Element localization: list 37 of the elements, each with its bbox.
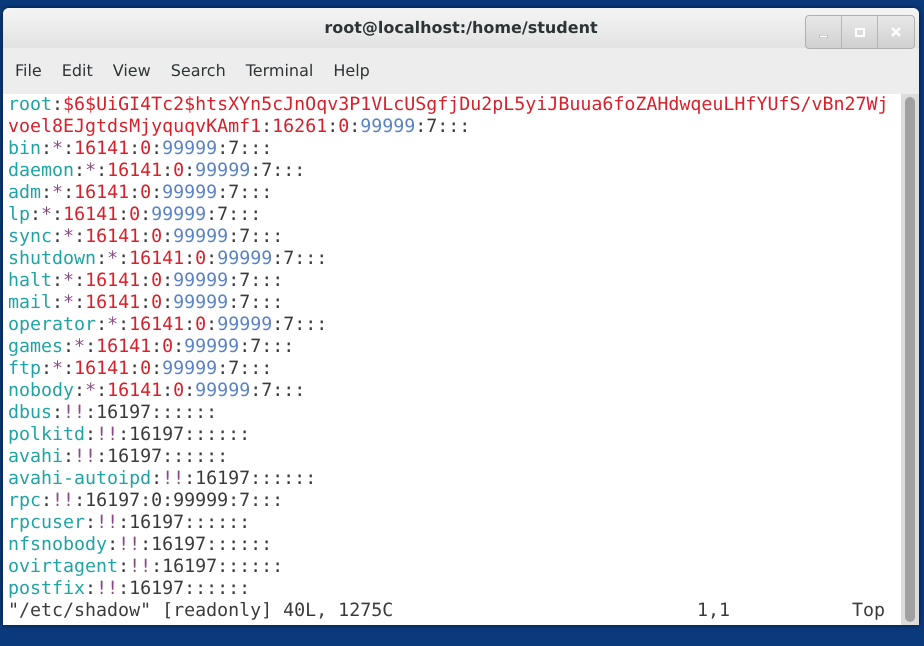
menu-item[interactable]: View <box>102 55 161 87</box>
terminal-line: sync:*:16141:0:99999:7::: <box>8 226 284 248</box>
cursor-position: 1,1 <box>697 600 732 622</box>
menu-item[interactable]: Search <box>160 55 236 87</box>
terminal-line: halt:*:16141:0:99999:7::: <box>8 270 284 292</box>
menu-item[interactable]: Terminal <box>236 55 324 87</box>
menu-item[interactable]: Edit <box>52 55 103 87</box>
scrollbar-thumb[interactable] <box>905 97 915 622</box>
terminal-line: polkitd:!!:16197:::::: <box>8 424 250 446</box>
terminal-line: ftp:*:16141:0:99999:7::: <box>8 358 272 380</box>
terminal-line: voel8EJgtdsMjyquqvKAmf1:16261:0:99999:7::: <box>8 116 470 138</box>
terminal-line: bin:*:16141:0:99999:7::: <box>8 138 272 160</box>
minimize-icon <box>819 35 828 38</box>
terminal-line: postfix:!!:16197:::::: <box>8 578 250 600</box>
close-icon <box>891 27 901 37</box>
terminal-line: nobody:*:16141:0:99999:7::: <box>8 380 306 402</box>
scroll-position: Top <box>852 600 886 622</box>
terminal-line: dbus:!!:16197:::::: <box>8 402 218 424</box>
terminal-line: shutdown:*:16141:0:99999:7::: <box>8 248 328 270</box>
menu-item[interactable]: File <box>5 55 52 87</box>
terminal-line: avahi-autoipd:!!:16197:::::: <box>8 468 316 490</box>
terminal-line: root:$6$UiGI4Tc2$htsXYn5cJnOqv3P1VLcUSgfjDu2pL5yiJBuua6foZAHdwqeuLHfYUfS/vBn27Wj <box>8 94 889 116</box>
terminal-line: mail:*:16141:0:99999:7::: <box>8 292 284 314</box>
terminal-line: avahi:!!:16197:::::: <box>8 446 228 468</box>
terminal-line: rpcuser:!!:16197:::::: <box>8 512 250 534</box>
terminal-line: nfsnobody:!!:16197:::::: <box>8 534 272 556</box>
window-title: root@localhost:/home/student <box>324 17 598 39</box>
terminal-line: rpc:!!:16197:0:99999:7::: <box>8 490 284 512</box>
terminal-line: adm:*:16141:0:99999:7::: <box>8 182 272 204</box>
terminal-line: games:*:16141:0:99999:7::: <box>8 336 294 358</box>
maximize-icon <box>854 28 864 36</box>
terminal-line: operator:*:16141:0:99999:7::: <box>8 314 328 336</box>
status-message: "/etc/shadow" [readonly] 40L, 1275C <box>8 600 394 622</box>
menu-item[interactable]: Help <box>323 55 380 87</box>
terminal-line: lp:*:16141:0:99999:7::: <box>8 204 262 226</box>
terminal-line: daemon:*:16141:0:99999:7::: <box>8 160 306 182</box>
terminal-line: ovirtagent:!!:16197:::::: <box>8 556 284 578</box>
